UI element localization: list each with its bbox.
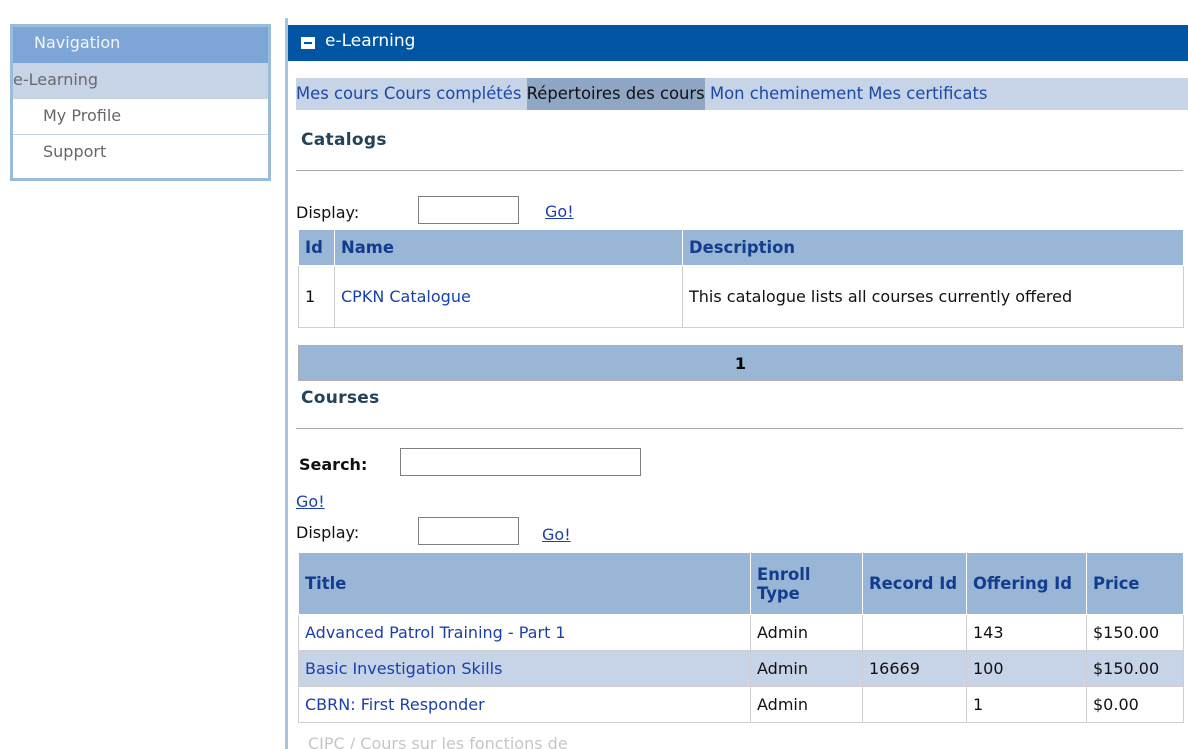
tab-mon-cheminement[interactable]: Mon cheminement — [710, 78, 863, 110]
catalogs-table: Id Name Description 1 CPKN Catalogue Thi… — [298, 229, 1184, 328]
divider — [296, 428, 1183, 429]
minus-square-icon[interactable] — [301, 37, 315, 49]
courses-display-go-link[interactable]: Go! — [542, 525, 571, 544]
courses-display-label: Display: — [296, 523, 360, 542]
nav-item-support[interactable]: Support — [13, 135, 268, 171]
course-enroll-type: Admin — [750, 650, 863, 687]
cut-off-course-row: CIPC / Cours sur les fonctions de — [296, 736, 1183, 749]
course-offering-id: 1 — [966, 686, 1087, 723]
table-row: 1 CPKN Catalogue This catalogue lists al… — [298, 265, 1184, 328]
catalog-description: This catalogue lists all courses current… — [682, 265, 1184, 328]
courses-search-label: Search: — [299, 455, 368, 474]
course-record-id — [862, 614, 967, 651]
course-enroll-type: Admin — [750, 614, 863, 651]
column-header-id[interactable]: Id — [298, 229, 335, 266]
courses-search-input[interactable] — [400, 448, 641, 476]
column-header-title[interactable]: Title — [298, 552, 751, 615]
column-header-offering-id[interactable]: Offering Id — [966, 552, 1087, 615]
nav-item-label: e-Learning — [13, 70, 99, 89]
column-header-record-id[interactable]: Record Id — [862, 552, 967, 615]
column-header-enroll-type[interactable]: Enroll Type — [750, 552, 863, 615]
nav-item-label: Support — [43, 142, 107, 161]
tab-repertoires-des-cours[interactable]: Répertoires des cours — [526, 78, 705, 110]
course-price: $150.00 — [1086, 650, 1184, 687]
table-header-row: Id Name Description — [298, 229, 1184, 266]
course-title-link[interactable]: CBRN: First Responder — [298, 686, 751, 723]
table-row: Advanced Patrol Training - Part 1 Admin … — [298, 614, 1184, 651]
column-header-name[interactable]: Name — [334, 229, 683, 266]
course-title-link[interactable]: Basic Investigation Skills — [298, 650, 751, 687]
tab-mes-cours[interactable]: Mes cours — [296, 78, 379, 110]
courses-table: Title Enroll Type Record Id Offering Id … — [298, 552, 1184, 723]
catalogs-display-label: Display: — [296, 203, 360, 222]
tab-cours-completes[interactable]: Cours complétés — [384, 78, 521, 110]
panel-header: e-Learning — [288, 25, 1188, 61]
column-header-price[interactable]: Price — [1086, 552, 1184, 615]
table-row: Basic Investigation Skills Admin 16669 1… — [298, 650, 1184, 687]
course-enroll-type: Admin — [750, 686, 863, 723]
main-panel: e-Learning Mes cours Cours complétés Rép… — [285, 18, 1188, 749]
catalogs-go-link[interactable]: Go! — [545, 202, 574, 221]
table-header-row: Title Enroll Type Record Id Offering Id … — [298, 552, 1184, 615]
column-header-description[interactable]: Description — [682, 229, 1184, 266]
catalogs-pager: 1 — [298, 345, 1183, 381]
page-number-1[interactable]: 1 — [735, 354, 746, 373]
table-row: CBRN: First Responder Admin 1 $0.00 — [298, 686, 1184, 723]
panel-title: e-Learning — [325, 31, 416, 51]
nav-item-label: My Profile — [43, 106, 122, 125]
catalog-name-link[interactable]: CPKN Catalogue — [334, 265, 683, 328]
catalogs-heading: Catalogs — [301, 130, 387, 150]
courses-heading: Courses — [301, 388, 380, 408]
course-offering-id: 143 — [966, 614, 1087, 651]
tab-bar: Mes cours Cours complétés Répertoires de… — [296, 78, 1188, 110]
course-title-link[interactable]: Advanced Patrol Training - Part 1 — [298, 614, 751, 651]
navigation-header: Navigation — [13, 27, 268, 63]
courses-display-input[interactable] — [418, 517, 519, 545]
courses-search-go-link[interactable]: Go! — [296, 492, 325, 511]
course-record-id — [862, 686, 967, 723]
nav-item-my-profile[interactable]: My Profile — [13, 99, 268, 135]
navigation-panel: Navigation e-Learning My Profile Support — [10, 24, 271, 181]
divider — [296, 170, 1183, 171]
course-record-id: 16669 — [862, 650, 967, 687]
course-price: $150.00 — [1086, 614, 1184, 651]
course-price: $0.00 — [1086, 686, 1184, 723]
catalog-id: 1 — [298, 265, 335, 328]
nav-item-e-learning[interactable]: e-Learning — [13, 63, 268, 99]
course-offering-id: 100 — [966, 650, 1087, 687]
course-title-link[interactable]: CIPC / Cours sur les fonctions de — [296, 736, 568, 749]
tab-mes-certificats[interactable]: Mes certificats — [868, 78, 987, 110]
catalogs-display-input[interactable] — [418, 196, 519, 224]
